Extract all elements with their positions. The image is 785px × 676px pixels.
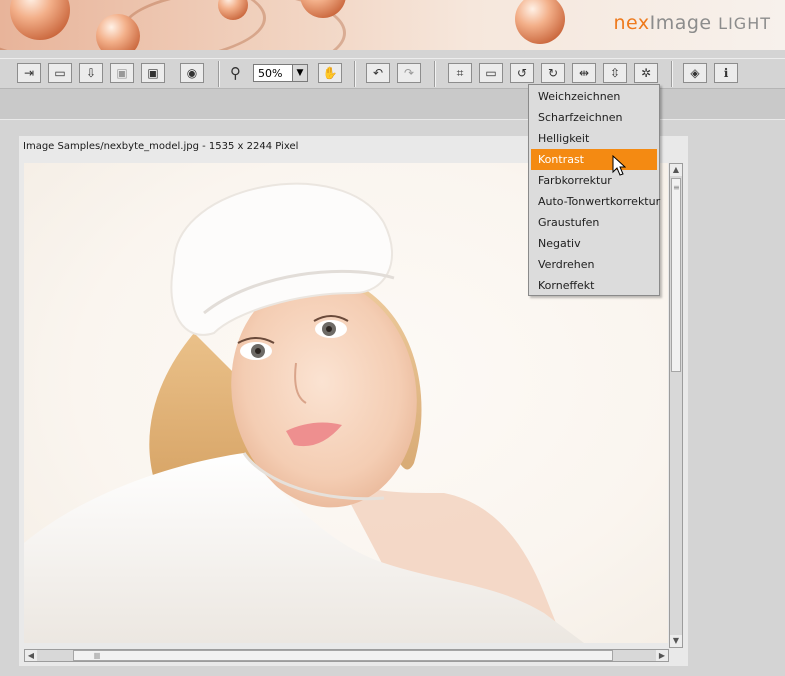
logo-text-light: LIGHT (718, 14, 771, 33)
scroll-right-icon[interactable]: ▶ (656, 650, 668, 661)
undo-icon: ↶ (372, 66, 384, 80)
secondary-bar (0, 88, 785, 120)
save-as-button[interactable]: ▣ (141, 63, 165, 83)
flip-horizontal-button[interactable]: ⇹ (572, 63, 596, 83)
banner-sphere (96, 14, 140, 50)
image-title: Image Samples/nexbyte_model.jpg - 1535 x… (23, 141, 299, 152)
open-button[interactable]: ▭ (48, 63, 72, 83)
vertical-scrollbar[interactable]: ▲ ≡ ▼ (669, 163, 683, 648)
rotate-right-icon: ↻ (547, 66, 559, 80)
menu-item-verdrehen[interactable]: Verdrehen (529, 254, 659, 275)
undo-button[interactable]: ↶ (366, 63, 390, 83)
menu-item-kontrast[interactable]: Kontrast (531, 149, 657, 170)
resize-icon: ▭ (485, 66, 497, 80)
zoom-value: 50% (258, 67, 283, 80)
chevron-down-icon[interactable]: ▼ (292, 65, 307, 81)
grip-icon: ⦀⦀ (94, 652, 100, 661)
vertical-scroll-thumb[interactable]: ≡ (671, 178, 681, 372)
redo-button[interactable]: ↷ (397, 63, 421, 83)
import-button[interactable]: ⇩ (79, 63, 103, 83)
crop-icon: ⌗ (456, 66, 464, 80)
save-button[interactable]: ▣ (110, 63, 134, 83)
rotate-right-button[interactable]: ↻ (541, 63, 565, 83)
info-button[interactable]: ℹ (714, 63, 738, 83)
menu-item-weichzeichnen[interactable]: Weichzeichnen (529, 86, 659, 107)
grip-icon: ≡ (673, 183, 680, 192)
header-banner: nexImage LIGHT (0, 0, 785, 50)
toolbar-separator (671, 61, 673, 87)
preview-button[interactable]: ◉ (180, 63, 204, 83)
info-icon: ℹ (723, 66, 729, 80)
hand-pan-icon: ✋ (322, 66, 338, 80)
menu-item-korneffekt[interactable]: Korneffekt (529, 275, 659, 296)
flip-vertical-icon: ⇳ (609, 66, 621, 80)
logo-text-nex: nex (613, 12, 650, 34)
open-folder-icon: ▭ (54, 66, 66, 80)
toolbar-separator (434, 61, 436, 87)
zoom-select[interactable]: 50% ▼ (253, 64, 308, 82)
scroll-down-icon[interactable]: ▼ (670, 635, 682, 647)
exit-button[interactable]: ⇥ (17, 63, 41, 83)
effects-icon: ✲ (640, 66, 652, 80)
effects-button[interactable]: ✲ (634, 63, 658, 83)
menu-item-graustufen[interactable]: Graustufen (529, 212, 659, 233)
mouse-pointer-icon (612, 155, 626, 176)
preview-eye-icon: ◉ (186, 66, 198, 80)
main-toolbar: ⇥ ▭ ⇩ ▣ ▣ ◉ ⚲ 50% ▼ ✋ ↶ ↷ ⌗ ▭ ↺ ↻ ⇹ ⇳ ✲ … (0, 58, 785, 89)
menu-item-scharfzeichnen[interactable]: Scharfzeichnen (529, 107, 659, 128)
horizontal-scroll-thumb[interactable]: ⦀⦀ (73, 650, 613, 661)
effects-menu: Weichzeichnen Scharfzeichnen Helligkeit … (528, 84, 660, 296)
rotate-left-button[interactable]: ↺ (510, 63, 534, 83)
hand-button[interactable]: ✋ (318, 63, 342, 83)
flip-vertical-button[interactable]: ⇳ (603, 63, 627, 83)
menu-item-negativ[interactable]: Negativ (529, 233, 659, 254)
toolbar-separator (354, 61, 356, 87)
save-icon: ▣ (116, 66, 128, 80)
magnifier-icon: ⚲ (230, 64, 241, 82)
flip-horizontal-icon: ⇹ (578, 66, 590, 80)
exit-icon: ⇥ (23, 66, 35, 80)
crop-button[interactable]: ⌗ (448, 63, 472, 83)
save-as-icon: ▣ (147, 66, 159, 80)
menu-item-helligkeit[interactable]: Helligkeit (529, 128, 659, 149)
rotate-left-icon: ↺ (516, 66, 528, 80)
book-button[interactable]: ◈ (683, 63, 707, 83)
logo-text-image: Image (649, 12, 712, 34)
horizontal-scrollbar[interactable]: ◀ ⦀⦀ ▶ (24, 649, 669, 662)
app-logo: nexImage LIGHT (613, 12, 771, 34)
banner-sphere (515, 0, 565, 44)
scroll-left-icon[interactable]: ◀ (25, 650, 37, 661)
book-icon: ◈ (690, 66, 700, 80)
redo-icon: ↷ (403, 66, 415, 80)
resize-button[interactable]: ▭ (479, 63, 503, 83)
toolbar-separator (218, 61, 220, 87)
import-icon: ⇩ (85, 66, 97, 80)
menu-item-auto-tonwertkorrektur[interactable]: Auto-Tonwertkorrektur (529, 191, 660, 212)
menu-item-farbkorrektur[interactable]: Farbkorrektur (529, 170, 659, 191)
scroll-up-icon[interactable]: ▲ (670, 164, 682, 176)
